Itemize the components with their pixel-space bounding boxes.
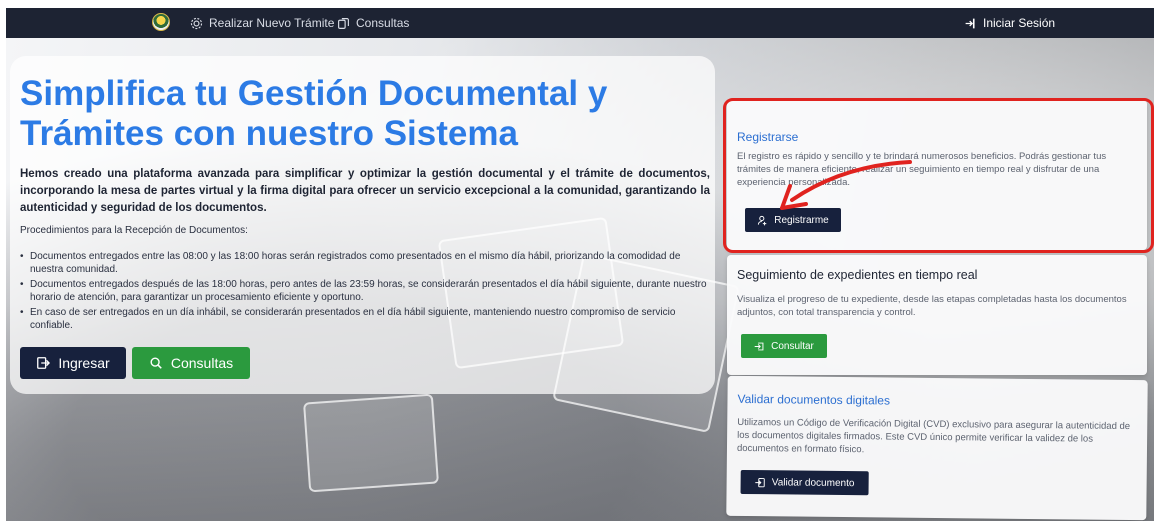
nav-login-label: Iniciar Sesión: [983, 16, 1056, 30]
consult-button-label: Consultar: [771, 340, 814, 352]
login-icon: [965, 18, 975, 28]
nav-login[interactable]: Iniciar Sesión: [964, 8, 1055, 38]
nav-queries-label: Consultas: [356, 16, 410, 30]
login-icon: [754, 342, 764, 350]
validate-card: Validar documentos digitales Utilizamos …: [726, 375, 1148, 521]
nav-new-procedure[interactable]: Realizar Nuevo Trámite: [190, 8, 334, 38]
intro-description: Hemos creado una plataforma avanzada par…: [20, 168, 710, 214]
top-navbar: Realizar Nuevo Trámite Consultas Iniciar…: [6, 8, 1154, 38]
consult-button[interactable]: Consultar: [741, 334, 827, 358]
validate-document-button-label: Validar documento: [771, 476, 855, 489]
login-button-label: Ingresar: [58, 355, 110, 371]
queries-button-label: Consultas: [170, 355, 234, 371]
list-item: Documentos entregados entre las 08:00 y …: [20, 250, 710, 276]
nav-new-procedure-label: Realizar Nuevo Trámite: [209, 16, 335, 30]
institution-logo[interactable]: [152, 13, 170, 31]
list-item: Documentos entregados después de las 18:…: [20, 278, 710, 304]
gear-icon: [190, 17, 203, 29]
validate-document-button[interactable]: Validar documento: [740, 469, 869, 496]
intro-panel: Simplifica tu Gestión Documental y Trámi…: [10, 56, 715, 394]
document-illustration: [303, 393, 439, 493]
queries-button[interactable]: Consultas: [132, 347, 250, 379]
procedures-list: Documentos entregados entre las 08:00 y …: [20, 250, 710, 334]
annotation-arrow: [780, 160, 912, 210]
tracking-card-title: Seguimiento de expedientes en tiempo rea…: [737, 268, 978, 282]
list-item: En caso de ser entregados en un día inhá…: [20, 306, 710, 332]
sign-in-icon: [755, 477, 765, 487]
tracking-card: Seguimiento de expedientes en tiempo rea…: [727, 255, 1147, 375]
validate-card-title: Validar documentos digitales: [737, 391, 891, 408]
page-title: Simplifica tu Gestión Documental y Trámi…: [20, 74, 608, 153]
tracking-card-text: Visualiza el progreso de tu expediente, …: [737, 294, 1127, 318]
nav-queries[interactable]: Consultas: [337, 8, 409, 38]
validate-card-text: Utilizamos un Código de Verificación Dig…: [736, 416, 1131, 456]
search-icon: [150, 357, 162, 369]
login-button[interactable]: Ingresar: [20, 347, 126, 379]
procedures-title: Procedimientos para la Recepción de Docu…: [20, 225, 248, 236]
copy-icon: [338, 17, 349, 29]
sign-in-icon: [37, 357, 51, 369]
